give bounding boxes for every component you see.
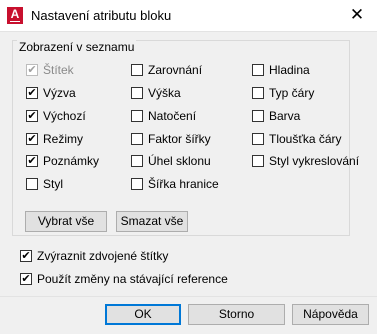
checkbox-label[interactable]: Použít změny na stávající reference xyxy=(37,271,228,287)
ok-button[interactable]: OK xyxy=(105,304,181,325)
checkbox-box[interactable] xyxy=(131,110,143,122)
help-button[interactable]: Nápověda xyxy=(292,304,369,325)
checkbox-label[interactable]: Zarovnání xyxy=(148,62,202,78)
checkbox-label[interactable]: Faktor šířky xyxy=(148,131,211,147)
check-icon[interactable]: ✔ xyxy=(26,87,38,99)
clear-all-button[interactable]: Smazat vše xyxy=(116,211,188,232)
check-icon[interactable]: ✔ xyxy=(20,250,32,262)
check-icon[interactable]: ✔ xyxy=(26,155,38,167)
checkbox-box[interactable] xyxy=(131,178,143,190)
checkbox-label[interactable]: Poznámky xyxy=(43,153,99,169)
window-title: Nastavení atributu bloku xyxy=(31,8,172,23)
checkbox-box[interactable] xyxy=(26,178,38,190)
checkbox-label[interactable]: Úhel sklonu xyxy=(148,153,211,169)
cancel-button[interactable]: Storno xyxy=(188,304,285,325)
checkbox-label[interactable]: Natočení xyxy=(148,108,196,124)
checkbox-label[interactable]: Hladina xyxy=(269,62,310,78)
checkbox-label[interactable]: Styl xyxy=(43,176,63,192)
checkbox-label[interactable]: Výchozí xyxy=(43,108,86,124)
check-icon: ✔ xyxy=(26,64,38,76)
checkbox-label[interactable]: Tloušťka čáry xyxy=(269,131,342,147)
checkbox-label[interactable]: Zvýraznit zdvojené štítky xyxy=(37,248,168,264)
autocad-app-icon: A xyxy=(7,7,23,24)
group-label: Zobrazení v seznamu xyxy=(17,40,137,54)
checkbox-box[interactable] xyxy=(252,64,264,76)
check-icon[interactable]: ✔ xyxy=(20,273,32,285)
checkbox-box[interactable] xyxy=(131,155,143,167)
footer-divider xyxy=(0,296,377,297)
checkbox-label[interactable]: Režimy xyxy=(43,131,83,147)
check-icon[interactable]: ✔ xyxy=(26,110,38,122)
title-bar: A Nastavení atributu bloku ✕ xyxy=(0,0,377,32)
checkbox-label: Štítek xyxy=(43,63,74,77)
checkbox-box[interactable] xyxy=(252,87,264,99)
close-icon[interactable]: ✕ xyxy=(344,4,370,26)
check-icon[interactable]: ✔ xyxy=(26,133,38,145)
checkbox-label[interactable]: Typ čáry xyxy=(269,85,314,101)
checkbox-box[interactable] xyxy=(131,64,143,76)
checkbox-box[interactable] xyxy=(131,133,143,145)
checkbox-label[interactable]: Styl vykreslování xyxy=(269,153,359,169)
checkbox-label[interactable]: Výška xyxy=(148,85,181,101)
checkbox-label[interactable]: Šířka hranice xyxy=(148,176,219,192)
checkbox-box[interactable] xyxy=(131,87,143,99)
checkbox-box[interactable] xyxy=(252,110,264,122)
checkbox-label[interactable]: Výzva xyxy=(43,85,76,101)
checkbox-label[interactable]: Barva xyxy=(269,108,300,124)
checkbox-box[interactable] xyxy=(252,133,264,145)
checkbox-box[interactable] xyxy=(252,155,264,167)
select-all-button[interactable]: Vybrat vše xyxy=(25,211,107,232)
